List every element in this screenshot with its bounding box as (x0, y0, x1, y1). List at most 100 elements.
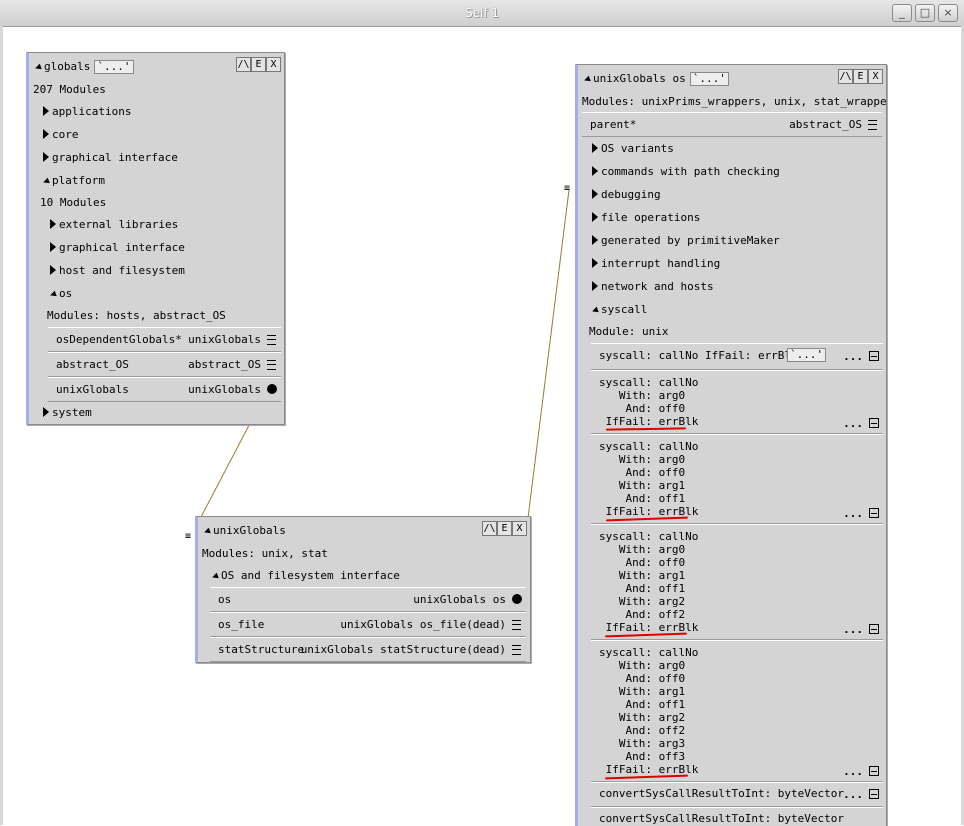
method-syscall-1[interactable]: ... syscall: callNo With: arg0 And: off0… (591, 370, 883, 434)
arrow-pin-icon[interactable]: ≡ (564, 184, 570, 194)
ellipsis-button[interactable]: `...' (94, 60, 134, 74)
collapsed-arrow-icon[interactable] (43, 407, 49, 417)
outliner-header: ◀globals `...' (33, 60, 134, 74)
method-line: And: off0 (599, 402, 686, 415)
reference-dot-icon[interactable] (512, 594, 522, 604)
method-syscall-3[interactable]: ... syscall: callNo With: arg0 And: off0… (591, 524, 883, 640)
globals-outliner[interactable]: ◀globals `...' /\ E X 207 Modules applica… (26, 52, 285, 425)
unixGlobals-os-outliner[interactable]: ◀unixGlobals os `...' /\ E X Modules: uni… (575, 64, 887, 826)
category-interrupt-handling[interactable]: interrupt handling (592, 257, 720, 270)
expanded-arrow-icon[interactable]: ◀ (41, 175, 50, 187)
method-controls[interactable]: ... (843, 788, 879, 801)
category-platform[interactable]: ◀platform (41, 174, 105, 188)
method-syscall-ifFail[interactable]: syscall: callNo IfFail: errBlk `...' ... (591, 343, 883, 370)
category-syscall[interactable]: ◀syscall (590, 303, 647, 317)
slot-osDependentGlobals[interactable]: osDependentGlobals* unixGlobals (48, 327, 281, 352)
collapse-box-icon[interactable] (869, 789, 879, 799)
evaluator-button[interactable]: E (251, 57, 266, 72)
category-core[interactable]: core (43, 128, 79, 141)
reference-dot-icon[interactable] (267, 384, 277, 394)
category-commands-with-path-checking[interactable]: commands with path checking (592, 165, 780, 178)
method-controls[interactable]: ... (843, 507, 879, 520)
dismiss-button[interactable]: X (512, 521, 527, 536)
collapsed-arrow-icon[interactable] (50, 265, 56, 275)
category-graphical-interface[interactable]: graphical interface (43, 151, 178, 164)
category-file-operations[interactable]: file operations (592, 211, 700, 224)
method-line: syscall: callNo (599, 440, 699, 453)
category-applications[interactable]: applications (43, 105, 131, 118)
category-external-libraries[interactable]: external libraries (50, 218, 178, 231)
collapsed-arrow-icon[interactable] (592, 189, 598, 199)
collapsed-arrow-icon[interactable] (592, 166, 598, 176)
collapse-box-icon[interactable] (869, 624, 879, 634)
slot-menu-icon[interactable] (868, 120, 877, 130)
category-graphical-interface-platform[interactable]: graphical interface (50, 241, 185, 254)
method-convertSysCallResultToInt[interactable]: convertSysCallResultToInt: byteVector ..… (591, 782, 883, 807)
ellipsis-button[interactable]: `...' (787, 348, 827, 362)
outliner-modules: Modules: unixPrims_wrappers, unix, stat_… (582, 95, 887, 108)
slot-menu-icon[interactable] (512, 645, 521, 655)
unixGlobals-outliner[interactable]: ◀unixGlobals /\ E X Modules: unix, stat … (195, 516, 531, 663)
category-debugging[interactable]: debugging (592, 188, 661, 201)
method-controls[interactable]: ... (843, 623, 879, 636)
collapse-box-icon[interactable] (869, 351, 879, 361)
category-os-variants[interactable]: OS variants (592, 142, 674, 155)
dismiss-button[interactable]: X (868, 69, 883, 84)
expanded-arrow-icon[interactable]: ◀ (590, 304, 599, 316)
expanded-arrow-icon[interactable]: ◀ (210, 570, 219, 582)
collapsed-arrow-icon[interactable] (50, 219, 56, 229)
outliner-header: ◀unixGlobals os `...' (582, 72, 729, 86)
slot-statStructure[interactable]: statStructure unixGlobals statStructure(… (210, 637, 526, 662)
method-controls[interactable]: ... (843, 350, 879, 363)
method-line: And: off1 (599, 698, 686, 711)
collapsed-arrow-icon[interactable] (43, 129, 49, 139)
expanded-arrow-icon[interactable]: ◀ (582, 73, 591, 85)
method-controls[interactable]: ... (843, 417, 879, 430)
slot-unixGlobals[interactable]: unixGlobals unixGlobals (48, 377, 281, 402)
collapse-button[interactable]: /\ (236, 57, 251, 72)
collapse-box-icon[interactable] (869, 508, 879, 518)
ellipsis-button[interactable]: `...' (689, 72, 729, 86)
expanded-arrow-icon[interactable]: ◀ (48, 288, 57, 300)
arrow-pin-icon[interactable]: ≡ (185, 532, 191, 542)
evaluator-button[interactable]: E (497, 521, 512, 536)
method-syscall-2[interactable]: ... syscall: callNo With: arg0 And: off0… (591, 434, 883, 524)
expanded-arrow-icon[interactable]: ◀ (202, 525, 211, 537)
slot-menu-icon[interactable] (267, 360, 276, 370)
method-line: IfFail: errBlk (599, 415, 699, 428)
expanded-arrow-icon[interactable]: ◀ (33, 61, 42, 73)
category-host-and-filesystem[interactable]: host and filesystem (50, 264, 185, 277)
collapsed-arrow-icon[interactable] (592, 235, 598, 245)
method-controls[interactable]: ... (843, 765, 879, 778)
collapse-box-icon[interactable] (869, 766, 879, 776)
collapsed-arrow-icon[interactable] (592, 212, 598, 222)
slot-abstract-OS[interactable]: abstract_OS abstract_OS (48, 352, 281, 377)
method-syscall-4[interactable]: ... syscall: callNo With: arg0 And: off0… (591, 640, 883, 782)
outliner-header: ◀unixGlobals (202, 524, 286, 538)
method-line: With: arg1 (599, 479, 686, 492)
collapsed-arrow-icon[interactable] (592, 258, 598, 268)
method-convertSysCallResultToInt-2[interactable]: convertSysCallResultToInt: byteVector (591, 807, 883, 826)
category-os[interactable]: ◀os (48, 287, 72, 301)
slot-menu-icon[interactable] (267, 335, 276, 345)
slot-menu-icon[interactable] (512, 620, 521, 630)
evaluator-button[interactable]: E (853, 69, 868, 84)
collapsed-arrow-icon[interactable] (592, 143, 598, 153)
collapse-button[interactable]: /\ (482, 521, 497, 536)
slot-os-file[interactable]: os_file unixGlobals os_file(dead) (210, 612, 526, 637)
collapse-box-icon[interactable] (869, 418, 879, 428)
category-system[interactable]: system (43, 406, 92, 419)
collapsed-arrow-icon[interactable] (43, 106, 49, 116)
slot-parent[interactable]: parent* abstract_OS (582, 112, 882, 137)
category-os-and-filesystem-interface[interactable]: ◀OS and filesystem interface (210, 569, 400, 583)
category-generated-by-primitiveMaker[interactable]: generated by primitiveMaker (592, 234, 780, 247)
slot-os[interactable]: os unixGlobals os (210, 587, 526, 612)
method-line: With: arg0 (599, 543, 686, 556)
outliner-title: unixGlobals (213, 524, 286, 537)
collapse-button[interactable]: /\ (838, 69, 853, 84)
dismiss-button[interactable]: X (266, 57, 281, 72)
category-network-and-hosts[interactable]: network and hosts (592, 280, 714, 293)
collapsed-arrow-icon[interactable] (50, 242, 56, 252)
collapsed-arrow-icon[interactable] (43, 152, 49, 162)
collapsed-arrow-icon[interactable] (592, 281, 598, 291)
